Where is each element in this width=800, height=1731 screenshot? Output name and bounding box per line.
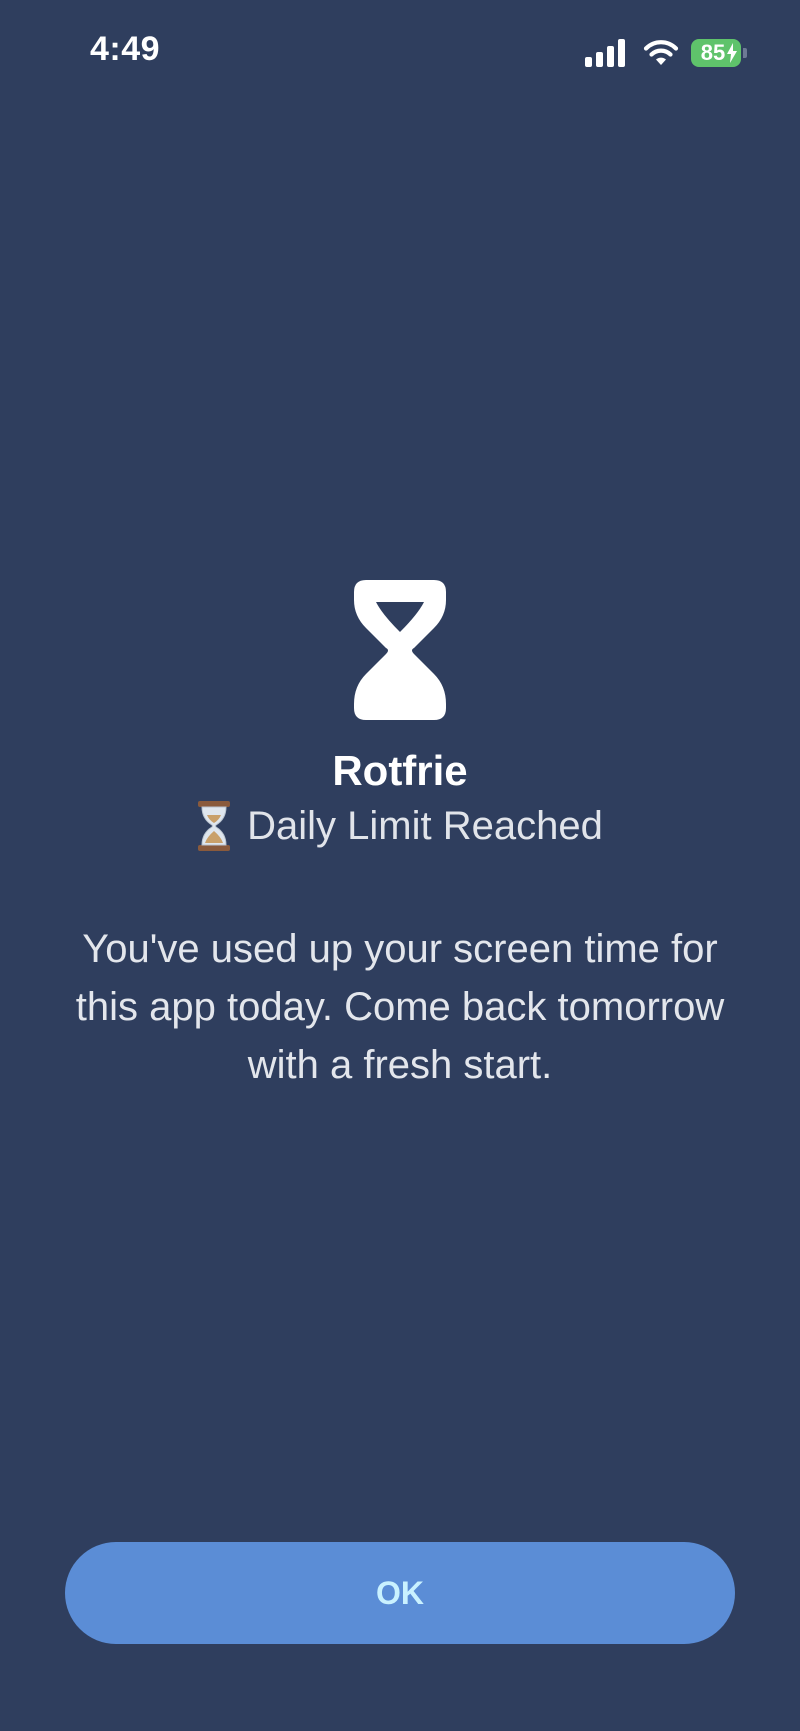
- hourglass-icon: [354, 580, 446, 720]
- battery-icon: 85: [691, 39, 747, 67]
- limit-status-text: Daily Limit Reached: [247, 804, 603, 849]
- battery-tip: [743, 48, 747, 58]
- ok-button[interactable]: OK: [65, 1542, 735, 1644]
- battery-level: 85: [700, 40, 726, 65]
- limit-message: You've used up your screen time for this…: [75, 927, 725, 1088]
- signal-icon: [585, 39, 625, 67]
- status-bar: 4:49 85: [0, 0, 800, 110]
- battery-level-badge: 85: [691, 39, 741, 67]
- charging-bolt-icon: [727, 43, 737, 63]
- limit-reached-content: Rotfrie Daily Limit Reached You've used …: [0, 580, 800, 1094]
- status-time: 4:49: [90, 30, 161, 68]
- wifi-icon: [643, 40, 679, 65]
- limit-status: Daily Limit Reached: [0, 800, 800, 852]
- hourglass-emoji-icon: [198, 801, 231, 852]
- status-indicators: 85: [585, 38, 747, 68]
- app-name: Rotfrie: [332, 747, 468, 794]
